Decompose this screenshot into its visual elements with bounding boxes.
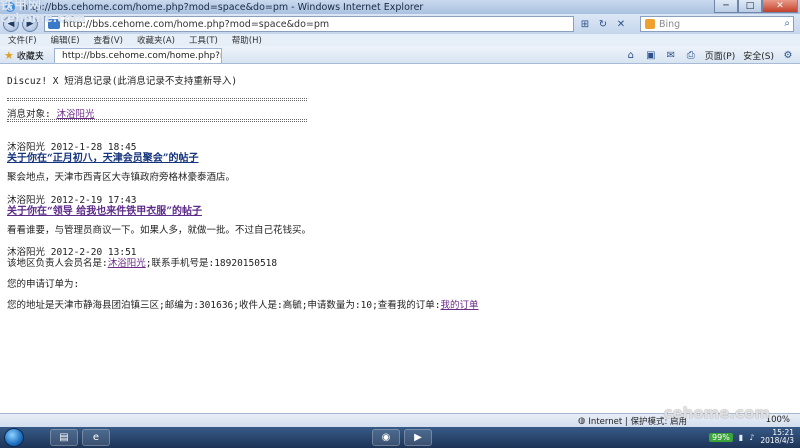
order-title: 您的申请订单为: [7,279,80,290]
command-tools: ⌂ ▣ ✉ ⎙ 页面(P) 安全(S) ⚙ [625,49,794,62]
start-button[interactable] [4,428,24,447]
battery-indicator[interactable]: 99% [709,432,733,442]
globe-icon: ◍ [578,416,586,426]
tab-title: http://bbs.cehome.com/home.php?mod=sp... [62,51,221,61]
mail-icon[interactable]: ✉ [665,50,677,62]
compatibility-view-icon[interactable]: ⊞ [578,17,592,31]
home-icon[interactable]: ⌂ [625,50,637,62]
address-url[interactable]: http://bbs.cehome.com/home.php?mod=space… [63,19,329,30]
safety-menu[interactable]: 安全(S) [743,49,774,62]
command-bar: ★ 收藏夹 http://bbs.cehome.com/home.php?mod… [0,46,800,64]
title-bar: e http://bbs.cehome.com/home.php?mod=spa… [0,0,800,14]
volume-icon[interactable]: ♪ [749,433,754,442]
menu-help[interactable]: 帮助(H) [232,34,262,46]
search-icon[interactable]: ⌕ [784,18,790,29]
taskbar-app-icon[interactable]: ◉ [372,429,400,446]
window-controls: ─ □ ✕ [714,0,798,13]
feeds-icon[interactable]: ▣ [645,50,657,62]
network-icon[interactable]: ▮ [739,433,743,442]
taskbar-media-icon[interactable]: ▶ [404,429,432,446]
separator-top [7,98,307,101]
page-content: Discuz! X 短消息记录(此消息记录不支持重新导入) 消息对象: 沐浴阳光… [0,65,800,413]
target-row: 消息对象: 沐浴阳光 [7,106,94,120]
taskbar-explorer-icon[interactable]: ▤ [50,429,78,446]
page-heading: Discuz! X 短消息记录(此消息记录不支持重新导入) [7,76,238,87]
stop-icon[interactable]: ✕ [614,17,628,31]
tools-gear-icon[interactable]: ⚙ [782,50,794,62]
message-3-suffix: ;联系手机号是:18920150518 [145,258,278,269]
bing-icon [645,19,655,29]
watermark-top: 铁甲网 cehome.com [0,0,85,24]
message-3-user-link[interactable]: 沐浴阳光 [108,258,146,269]
close-button[interactable]: ✕ [762,0,798,13]
watermark-bottom: cehome.com [663,404,770,422]
search-input[interactable]: Bing [659,19,680,30]
menu-tools[interactable]: 工具(T) [189,34,218,46]
address-row: ◀ ▶ http://bbs.cehome.com/home.php?mod=s… [0,14,800,34]
menu-file[interactable]: 文件(F) [8,34,37,46]
refresh-icon[interactable]: ↻ [596,17,610,31]
taskbar: ▤ e ◉ ▶ 99% ▮ ♪ 15:21 2018/4/3 [0,427,800,448]
message-2-subject-link[interactable]: 关于你在“领导 给我也来件铁甲衣服”的帖子 [7,202,202,217]
menu-view[interactable]: 查看(V) [94,34,123,46]
print-icon[interactable]: ⎙ [685,50,697,62]
clock-date: 2018/4/3 [760,436,794,445]
minimize-button[interactable]: ─ [714,0,738,13]
separator-bottom [7,119,307,122]
clock[interactable]: 15:21 2018/4/3 [760,429,794,445]
order-detail-row: 您的地址是天津市静海县团泊镇三区;邮编为:301636;收件人是:高毓;申请数量… [7,297,479,311]
message-2-body: 看看谁要，与管理员商议一下。如果人多，就做一批。不过自己花钱买。 [7,225,312,236]
system-tray: 99% ▮ ♪ 15:21 2018/4/3 [709,429,794,445]
favorites-label: 收藏夹 [16,52,44,62]
page-menu[interactable]: 页面(P) [705,49,735,62]
message-3-body: 该地区负责人会员名是:沐浴阳光;联系手机号是:18920150518 [7,255,277,269]
maximize-button[interactable]: □ [738,0,762,13]
message-1-subject-link[interactable]: 关于你在“正月初八，天津会员聚会”的帖子 [7,149,199,164]
address-tools: ⊞ ↻ ✕ [578,17,628,31]
menu-bar: 文件(F) 编辑(E) 查看(V) 收藏夹(A) 工具(T) 帮助(H) [0,34,800,46]
menu-edit[interactable]: 编辑(E) [51,34,80,46]
watermark-top-en: cehome.com [0,11,86,25]
message-3-prefix: 该地区负责人会员名是: [7,258,108,269]
favorites-star-icon: ★ [4,49,14,62]
menu-favorites[interactable]: 收藏夹(A) [137,34,175,46]
favorites-button[interactable]: ★ 收藏夹 [4,49,44,62]
my-order-link[interactable]: 我的订单 [441,300,479,311]
browser-tab[interactable]: http://bbs.cehome.com/home.php?mod=sp... [54,48,222,63]
taskbar-ie-icon[interactable]: e [82,429,110,446]
order-detail: 您的地址是天津市静海县团泊镇三区;邮编为:301636;收件人是:高毓;申请数量… [7,300,441,311]
message-1-body: 聚会地点，天津市西青区大寺镇政府旁格林豪泰酒店。 [7,172,236,183]
address-bar[interactable]: http://bbs.cehome.com/home.php?mod=space… [44,16,574,32]
search-box[interactable]: Bing ⌕ [640,16,794,32]
